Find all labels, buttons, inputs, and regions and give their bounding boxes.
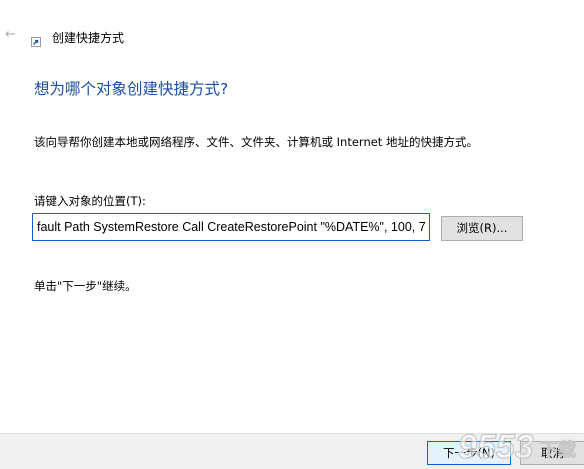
title-bar: ← 创建快捷方式 (0, 0, 584, 62)
page-heading: 想为哪个对象创建快捷方式? (34, 80, 229, 98)
location-input[interactable]: fault Path SystemRestore Call CreateRest… (32, 213, 430, 241)
location-label: 请键入对象的位置(T): (34, 194, 146, 208)
create-shortcut-window: ← 创建快捷方式 想为哪个对象创建快捷方式? 该向导帮你创建本地或网络程序、文件… (0, 0, 584, 469)
browse-button[interactable]: 浏览(R)... (441, 216, 523, 241)
continue-hint: 单击"下一步"继续。 (34, 279, 137, 293)
window-title: 创建快捷方式 (52, 31, 125, 45)
wizard-description: 该向导帮你创建本地或网络程序、文件、文件夹、计算机或 Internet 地址的快… (34, 135, 478, 149)
shortcut-wizard-icon (31, 37, 41, 47)
cancel-button[interactable]: 取消 (520, 441, 584, 465)
back-arrow-icon[interactable]: ← (5, 28, 16, 42)
next-button[interactable]: 下一步(N) (427, 441, 511, 465)
